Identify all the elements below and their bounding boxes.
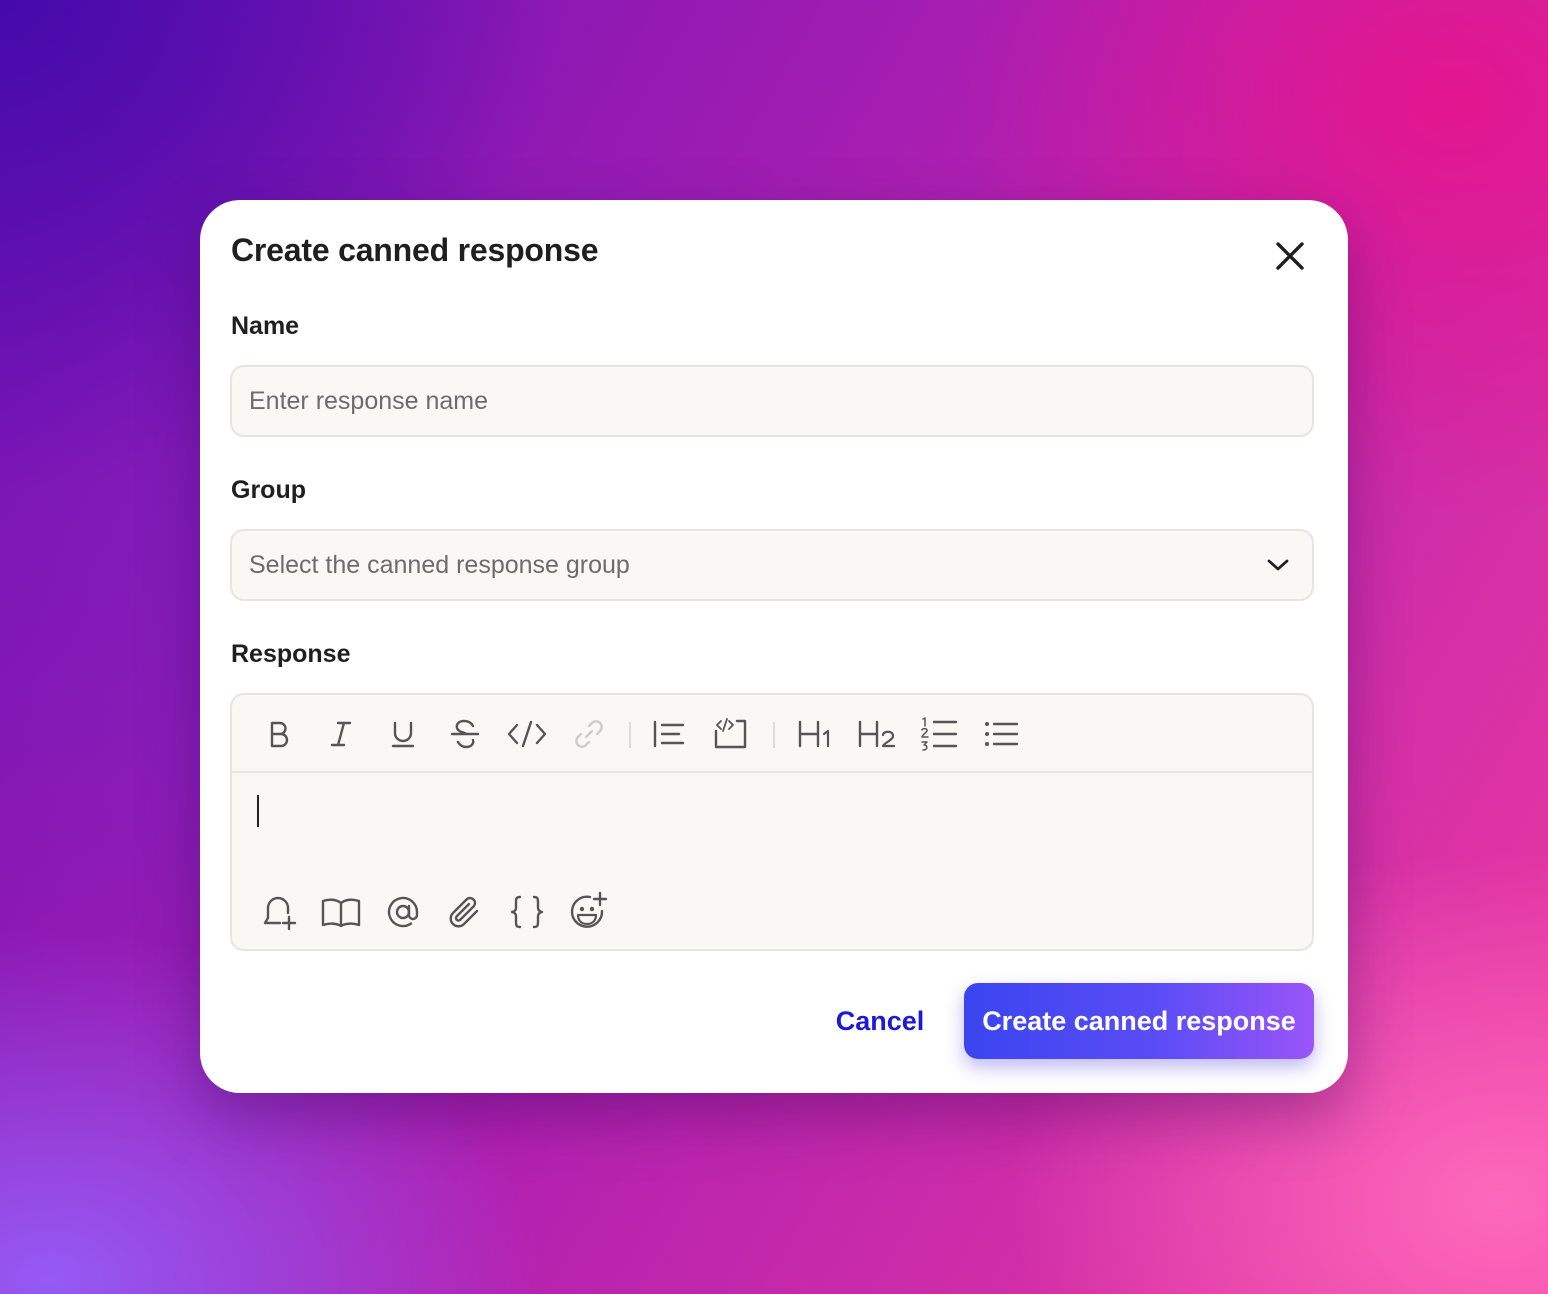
variables-button[interactable] <box>505 890 549 934</box>
response-label: Response <box>231 640 351 668</box>
underline-button[interactable] <box>381 712 425 756</box>
add-note-icon <box>263 896 297 931</box>
heading-2-button[interactable] <box>855 712 899 756</box>
create-canned-response-modal: Create canned response Name Group Select… <box>200 200 1348 1093</box>
heading-2-icon <box>858 720 896 748</box>
variables-icon <box>510 895 544 929</box>
group-select[interactable]: Select the canned response group <box>230 529 1314 601</box>
bold-icon <box>270 721 289 748</box>
knowledge-base-icon <box>321 898 361 928</box>
name-input[interactable] <box>230 365 1314 437</box>
bold-button[interactable] <box>257 712 301 756</box>
name-label: Name <box>231 312 300 340</box>
cancel-button[interactable]: Cancel <box>822 1000 938 1042</box>
group-label: Group <box>231 476 306 504</box>
formatting-toolbar <box>232 695 1312 773</box>
emoji-button[interactable] <box>567 890 611 934</box>
attachment-icon <box>449 896 479 928</box>
code-block-button[interactable] <box>709 712 753 756</box>
inline-code-button[interactable] <box>505 712 549 756</box>
mention-icon <box>387 896 419 928</box>
italic-button[interactable] <box>319 712 363 756</box>
ordered-list-icon <box>921 717 958 751</box>
blockquote-button[interactable] <box>647 712 691 756</box>
response-editor[interactable] <box>230 693 1314 951</box>
blockquote-icon <box>653 720 685 748</box>
close-button[interactable] <box>1270 236 1310 276</box>
ordered-list-button[interactable] <box>917 712 961 756</box>
close-icon <box>1276 242 1304 270</box>
text-cursor <box>257 795 259 827</box>
bullet-list-button[interactable] <box>979 712 1023 756</box>
mention-button[interactable] <box>381 890 425 934</box>
link-button[interactable] <box>567 712 611 756</box>
bullet-list-icon <box>985 722 1019 746</box>
group-select-placeholder: Select the canned response group <box>249 550 630 579</box>
italic-icon <box>330 721 352 747</box>
strikethrough-button[interactable] <box>443 712 487 756</box>
toolbar-separator <box>629 722 631 748</box>
attachment-button[interactable] <box>443 890 487 934</box>
toolbar-separator <box>773 722 775 748</box>
chevron-down-icon <box>1266 553 1290 577</box>
heading-1-icon <box>798 720 830 748</box>
link-icon <box>575 720 603 748</box>
modal-title: Create canned response <box>231 232 599 268</box>
code-block-icon <box>714 718 747 749</box>
emoji-icon <box>570 891 608 928</box>
underline-icon <box>391 721 415 748</box>
strikethrough-icon <box>450 719 480 749</box>
code-icon <box>507 720 547 748</box>
heading-1-button[interactable] <box>793 712 837 756</box>
create-canned-response-button[interactable]: Create canned response <box>964 983 1314 1059</box>
knowledge-base-button[interactable] <box>319 890 363 934</box>
add-note-button[interactable] <box>257 890 301 934</box>
